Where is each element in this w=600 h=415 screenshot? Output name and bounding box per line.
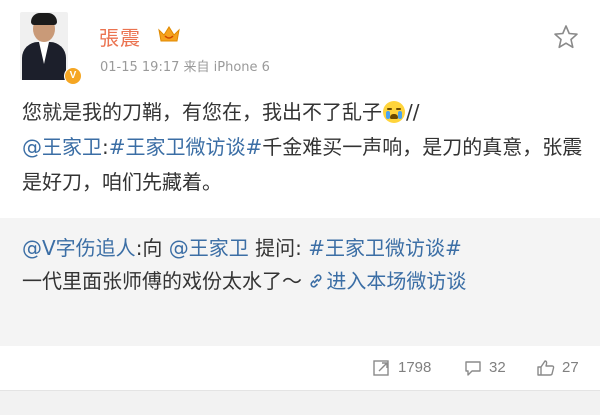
comment-icon <box>465 361 481 376</box>
retweet-text: @V字伤追人:向 @王家卫 提问: #王家卫微访谈# 一代里面张师傅的戏份太水了～… <box>22 232 582 298</box>
action-bar: 1798 32 27 <box>0 346 600 390</box>
bottom-divider <box>0 390 600 415</box>
retweet-ask-label: 提问: <box>248 236 309 260</box>
retweet-hashtag-link[interactable]: #王家卫微访谈# <box>308 236 462 260</box>
retweet-mention-link[interactable]: @王家卫 <box>169 236 249 260</box>
star-icon[interactable] <box>553 24 579 50</box>
crying-emoji-icon <box>383 101 405 123</box>
like-icon <box>537 360 555 376</box>
retweet-author-link[interactable]: @V字伤追人 <box>22 236 136 260</box>
repost-icon <box>373 360 389 376</box>
like-count: 27 <box>562 359 579 376</box>
post-source: 来自 iPhone 6 <box>183 60 270 75</box>
link-icon <box>310 274 322 288</box>
retweet-card[interactable]: @V字伤追人:向 @王家卫 提问: #王家卫微访谈# 一代里面张师傅的戏份太水了～… <box>0 218 600 346</box>
enter-session-link[interactable]: 进入本场微访谈 <box>308 269 466 293</box>
verified-v-icon: V <box>64 67 82 85</box>
vip-crown-icon <box>158 26 180 42</box>
retweet-to-label: :向 <box>135 236 169 260</box>
enter-session-label: 进入本场微访谈 <box>326 269 467 293</box>
mention-link[interactable]: @王家卫 <box>22 135 102 159</box>
username[interactable]: 張震 <box>99 22 141 51</box>
post-meta: 01-15 19:17 来自 iPhone 6 <box>100 56 270 75</box>
retweet-body: 一代里面张师傅的戏份太水了～ <box>22 269 302 293</box>
post-colon: : <box>102 135 109 159</box>
avatar[interactable] <box>20 12 68 80</box>
repost-count: 1798 <box>398 359 432 376</box>
post-body: 您就是我的刀鞘，有您在，我出不了乱子//@王家卫:#王家卫微访谈#千金难买一声响… <box>22 95 592 200</box>
hashtag-link[interactable]: #王家卫微访谈# <box>109 135 263 159</box>
post-text-1: 您就是我的刀鞘，有您在，我出不了乱子 <box>22 100 382 124</box>
post-timestamp: 01-15 19:17 <box>100 60 180 75</box>
post-separator: // <box>406 100 420 124</box>
post-header: V 張震 01-15 19:17 来自 iPhone 6 <box>0 0 600 85</box>
comment-count: 32 <box>489 359 506 376</box>
